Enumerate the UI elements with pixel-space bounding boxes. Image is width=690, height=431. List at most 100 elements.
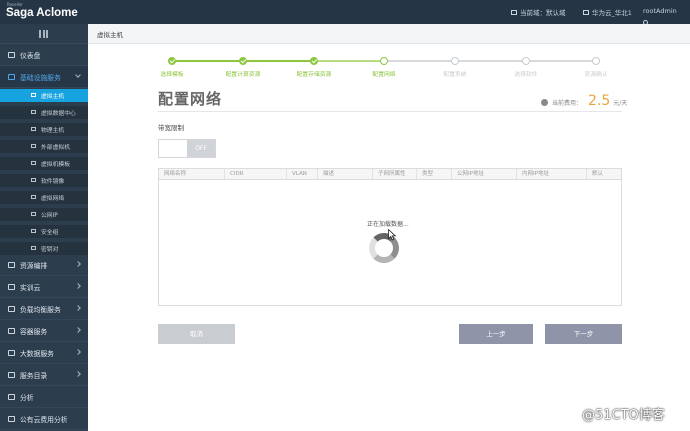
- sidebar-item-label: 公有云费用分析: [20, 415, 68, 424]
- balance-icon: [8, 305, 15, 312]
- sidebar-item-orchestration[interactable]: 资源编排: [0, 254, 88, 276]
- chevron-right-icon: [75, 261, 81, 267]
- subitem-physical-host[interactable]: 物理主机: [0, 123, 88, 136]
- column-header[interactable]: 默认: [587, 169, 621, 179]
- subitem-label: 软件镜像: [41, 179, 65, 185]
- current-domain-value: 默认域: [546, 9, 566, 17]
- server-icon: [31, 127, 36, 131]
- column-header[interactable]: 网络名称: [159, 169, 225, 179]
- chevron-right-icon: [75, 327, 81, 333]
- subitem-vdc[interactable]: 虚拟数据中心: [0, 106, 88, 119]
- breadcrumb: 虚拟主机: [88, 24, 690, 44]
- sidebar-item-cost-analysis[interactable]: 公有云费用分析: [0, 408, 88, 430]
- subitem-virtual-network[interactable]: 虚拟网络: [0, 191, 88, 204]
- sidebar-item-container[interactable]: 容器服务: [0, 320, 88, 342]
- current-domain[interactable]: 当前域： 默认域: [511, 7, 566, 17]
- subitem-vm-template[interactable]: 虚拟机模板: [0, 157, 88, 170]
- sidebar-item-training-cloud[interactable]: 实训云: [0, 276, 88, 298]
- step-label: 选择软件: [514, 72, 538, 78]
- sidebar: 仪表盘 基础设施服务 虚拟主机 虚拟数据中心 物理主机 外部虚拟机 虚拟机模板 …: [0, 24, 88, 431]
- column-header[interactable]: 类型: [417, 169, 452, 179]
- network-icon: [31, 195, 36, 199]
- step-line-current: [314, 60, 384, 62]
- step-dot: [168, 56, 176, 65]
- column-header[interactable]: CIDR: [225, 169, 287, 179]
- sidebar-item-label: 服务目录: [20, 371, 48, 380]
- diamond-icon: [8, 261, 15, 268]
- next-button[interactable]: 下一步: [545, 324, 622, 344]
- subitem-label: 安全组: [41, 230, 59, 236]
- chevron-right-icon: [75, 371, 81, 377]
- sidebar-item-bigdata[interactable]: 大数据服务: [0, 342, 88, 364]
- sidebar-item-label: 资源编排: [20, 261, 48, 270]
- sidebar-item-label: 大数据服务: [20, 349, 54, 358]
- loading-text: 正在加载数据...: [367, 221, 409, 228]
- step-label: 配置计算资源: [225, 72, 261, 78]
- sidebar-item-service-catalog[interactable]: 服务目录: [0, 364, 88, 386]
- subitem-external-vm[interactable]: 外部虚拟机: [0, 140, 88, 153]
- step-label: 配置存储资源: [296, 72, 332, 78]
- sidebar-toggle[interactable]: [0, 24, 88, 44]
- sidebar-item-label: 分析: [20, 393, 34, 402]
- sidebar-item-load-balancer[interactable]: 负载均衡服务: [0, 298, 88, 320]
- dashboard-icon: [8, 51, 15, 58]
- bandwidth-label: 带宽限制: [158, 124, 184, 132]
- price-label: 当前费用：: [552, 100, 583, 107]
- price-value: 2.5: [588, 93, 611, 109]
- divider: [158, 111, 622, 112]
- app-brand: Saga Aclome: [6, 7, 78, 19]
- sidebar-item-analytics[interactable]: 分析: [0, 386, 88, 408]
- column-header[interactable]: VLAN: [287, 169, 318, 179]
- column-header[interactable]: 公网IP地址: [452, 169, 517, 179]
- subitem-label: 虚拟网络: [41, 196, 65, 202]
- subitem-security-group[interactable]: 安全组: [0, 225, 88, 238]
- sidebar-item-label: 仪表盘: [20, 51, 41, 60]
- subitem-software-image[interactable]: 软件镜像: [0, 174, 88, 187]
- sidebar-item-label: 实训云: [20, 283, 41, 292]
- chart-icon: [8, 393, 15, 400]
- cloud-icon: [8, 415, 15, 422]
- toggle-on-side: [159, 140, 187, 157]
- watermark: @51CTO博客: [582, 408, 665, 423]
- cloud-icon: [31, 110, 36, 114]
- sidebar-item-label: 基础设施服务: [20, 73, 61, 82]
- container-icon: [8, 327, 15, 334]
- step-dot: [592, 56, 600, 65]
- wizard-stepper: 选择模板 配置计算资源 配置存储资源 配置网络 配置系统 选择软件 资源确认: [88, 44, 690, 84]
- region-selector[interactable]: 华为云_华北1: [583, 7, 632, 17]
- chevron-right-icon: [75, 305, 81, 311]
- price-unit: 元/天: [613, 100, 628, 107]
- subitem-public-ip[interactable]: 公网IP: [0, 208, 88, 221]
- cloud-icon: [8, 283, 15, 290]
- cancel-button[interactable]: 取消: [158, 324, 235, 344]
- sidebar-item-infrastructure[interactable]: 基础设施服务: [0, 66, 88, 88]
- bandwidth-toggle[interactable]: OFF: [158, 139, 216, 158]
- region-icon: [583, 9, 589, 15]
- subitem-vm[interactable]: 虚拟主机: [0, 89, 88, 102]
- step-dot: [239, 56, 247, 65]
- chevron-down-icon: [75, 72, 81, 78]
- step-dot: [310, 56, 318, 65]
- region-label: 华为云_华北1: [592, 9, 632, 17]
- step-dot: [451, 56, 459, 65]
- column-header[interactable]: 描述: [318, 169, 373, 179]
- top-bar: Reseller Saga Aclome 当前域： 默认域 华为云_华北1 ro…: [0, 0, 690, 25]
- box-icon: [8, 73, 15, 80]
- prev-button[interactable]: 上一步: [459, 324, 533, 344]
- disc-icon: [31, 178, 36, 182]
- step-dot: [522, 56, 530, 65]
- current-domain-label: 当前域：: [520, 9, 546, 17]
- catalog-icon: [8, 371, 15, 378]
- subitem-label: 虚拟主机: [41, 94, 65, 100]
- sidebar-item-dashboard[interactable]: 仪表盘: [0, 44, 88, 66]
- column-header[interactable]: 子网所属性: [373, 169, 417, 179]
- table-header: 网络名称 CIDR VLAN 描述 子网所属性 类型 公网IP地址 内网IP地址…: [159, 169, 621, 180]
- breadcrumb-text: 虚拟主机: [97, 31, 123, 39]
- mouse-cursor-icon: [388, 229, 397, 241]
- monitor-icon: [31, 93, 36, 97]
- subitem-label: 虚拟数据中心: [41, 111, 76, 117]
- column-header[interactable]: 内网IP地址: [517, 169, 587, 179]
- user-menu[interactable]: rootAdmin: [643, 7, 677, 25]
- menu-icon: [39, 30, 48, 38]
- domain-icon: [511, 9, 517, 15]
